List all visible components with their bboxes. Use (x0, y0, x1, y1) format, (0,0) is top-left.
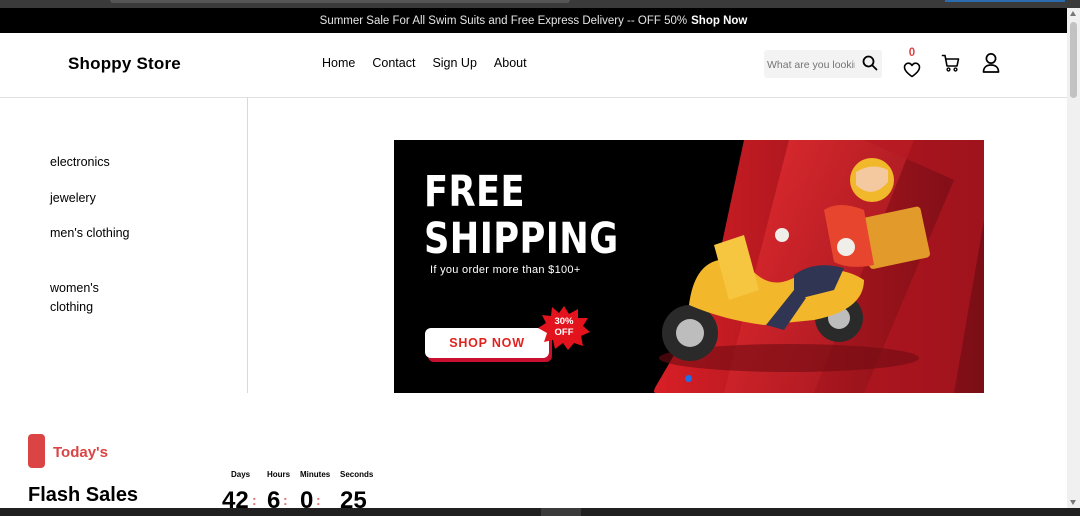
countdown-separator: : (316, 492, 321, 508)
category-mens-clothing[interactable]: men's clothing (50, 224, 140, 243)
category-electronics[interactable]: electronics (50, 153, 140, 172)
section-label: Today's (53, 444, 108, 461)
search-icon[interactable] (862, 55, 878, 71)
banner-headline-line2: SHIPPING (424, 214, 619, 264)
countdown-hours-label: Hours (267, 470, 291, 479)
category-womens-clothing[interactable]: women's clothing (50, 279, 140, 317)
site-header: Shoppy Store Home Contact Sign Up About … (0, 33, 1067, 98)
scroll-down-arrow-icon[interactable] (1070, 500, 1076, 505)
section-accent-bar (28, 434, 45, 468)
browser-accent-strip (945, 0, 1065, 2)
site-logo[interactable]: Shoppy Store (68, 54, 181, 74)
nav-about[interactable]: About (494, 56, 527, 70)
hero-banner[interactable]: FREE SHIPPING If you order more than $10… (394, 140, 984, 393)
nav-home[interactable]: Home (322, 56, 355, 70)
banner-subtext: If you order more than $100+ (430, 264, 581, 276)
page-scrollbar[interactable] (1067, 8, 1080, 508)
promo-message: Summer Sale For All Swim Suits and Free … (319, 14, 688, 27)
category-jewelery[interactable]: jewelery (50, 189, 140, 208)
banner-headline-line1: FREE (424, 167, 526, 217)
promo-bar: Summer Sale For All Swim Suits and Free … (0, 8, 1067, 33)
search-input[interactable] (764, 54, 855, 76)
nav-sign-up[interactable]: Sign Up (432, 56, 476, 70)
nav-contact[interactable]: Contact (372, 56, 415, 70)
banner-headline: FREE SHIPPING (424, 169, 619, 263)
discount-badge: 30% OFF (538, 316, 590, 338)
category-sidebar: electronics jewelery men's clothing wome… (0, 97, 248, 393)
countdown-seconds-label: Seconds (340, 470, 374, 479)
countdown-separator: : (252, 492, 257, 508)
countdown-separator: : (283, 492, 288, 508)
browser-chrome (0, 0, 1080, 8)
user-icon[interactable] (981, 52, 1001, 74)
scroll-up-arrow-icon[interactable] (1070, 11, 1076, 16)
cart-icon[interactable] (941, 53, 961, 73)
os-taskbar (0, 508, 1080, 516)
countdown-minutes-label: Minutes (300, 470, 331, 479)
promo-shop-now-link[interactable]: Shop Now (691, 15, 747, 27)
discount-badge-percent: 30% (554, 316, 574, 327)
wishlist-count: 0 (908, 47, 916, 59)
shop-now-button[interactable]: SHOP NOW (425, 328, 549, 358)
main-nav: Home Contact Sign Up About (322, 56, 527, 70)
search-box (764, 50, 882, 78)
countdown-days-label: Days (231, 470, 251, 479)
heart-icon (903, 62, 921, 78)
taskbar-active-app[interactable] (541, 508, 581, 516)
browser-tab-strip (110, 0, 570, 3)
carousel-dot-active[interactable] (685, 375, 692, 382)
scrollbar-thumb[interactable] (1070, 22, 1077, 98)
discount-badge-off: OFF (554, 327, 574, 338)
flash-sales-title: Flash Sales (28, 484, 139, 506)
wishlist-button[interactable]: 0 (902, 47, 922, 81)
